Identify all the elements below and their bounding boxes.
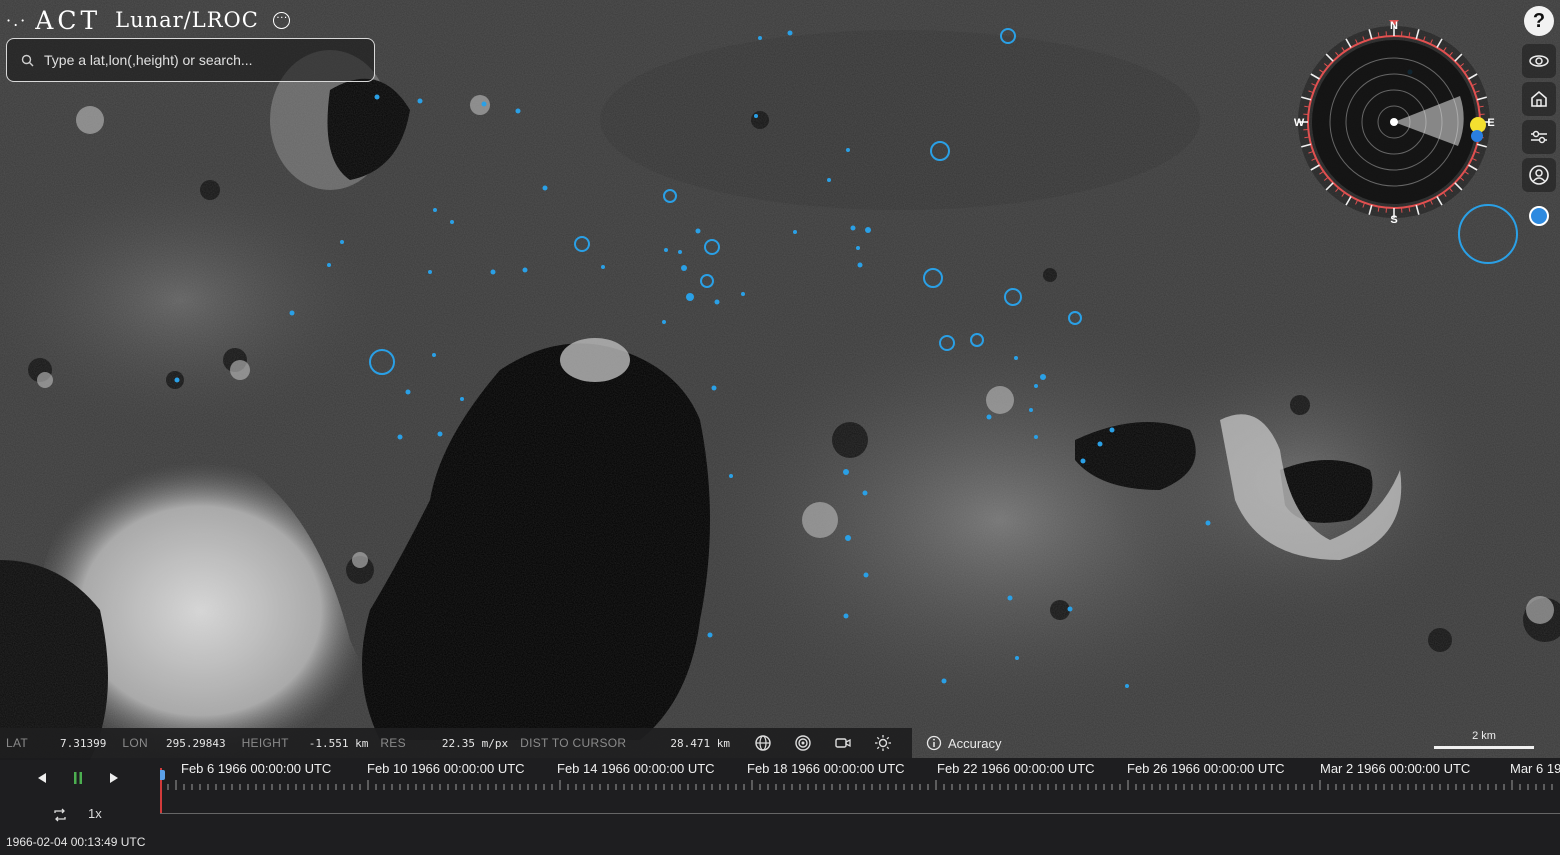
lon-label: LON: [122, 736, 148, 750]
right-toolbar: ?: [1518, 0, 1560, 245]
search-input[interactable]: [44, 52, 364, 68]
pause-button[interactable]: [68, 768, 88, 788]
timeline-label: Feb 22 1966 00:00:00 UTC: [937, 761, 1095, 776]
compass-north-label: N: [1390, 20, 1398, 32]
app-brand: ·.· ACT Lunar/LROC: [6, 4, 290, 36]
mission-menu-icon[interactable]: [272, 7, 290, 29]
home-button[interactable]: [1522, 82, 1556, 116]
account-button[interactable]: [1522, 158, 1556, 192]
settings-sliders-icon: [1531, 130, 1547, 144]
layer-toggle-icon[interactable]: [1529, 206, 1549, 226]
earth-marker: [1471, 130, 1483, 142]
account-icon: [1529, 165, 1549, 185]
compass-south-label: S: [1390, 214, 1397, 226]
globe-icon[interactable]: [754, 734, 772, 752]
height-label: HEIGHT: [241, 736, 289, 750]
timeline-marker[interactable]: [160, 770, 165, 780]
timeline-panel: 1x 1966-02-04 00:13:49 UTC Feb 6 1966 00…: [0, 758, 1560, 855]
lat-label: LAT: [6, 736, 29, 750]
home-icon: [1531, 90, 1547, 107]
playback-speed[interactable]: 1x: [88, 806, 102, 821]
step-back-button[interactable]: [32, 768, 52, 788]
sun-icon[interactable]: [874, 734, 892, 752]
reset-view-button[interactable]: [1522, 44, 1556, 78]
step-forward-button[interactable]: [104, 768, 124, 788]
lon-value: 295.29843: [165, 736, 226, 750]
status-bar: LAT 7.31399 LON 295.29843 HEIGHT -1.551 …: [0, 728, 912, 758]
settings-button[interactable]: [1522, 120, 1556, 154]
timeline-label: Feb 10 1966 00:00:00 UTC: [367, 761, 525, 776]
target-icon[interactable]: [794, 734, 812, 752]
dist-value: 28.471 km: [670, 736, 730, 750]
pause-icon: [74, 772, 82, 784]
mission-name[interactable]: Lunar/LROC: [115, 8, 259, 32]
height-value: -1.551 km: [308, 736, 369, 750]
search-icon: [21, 54, 34, 67]
timeline-label: Feb 6 1966 00:00:00 UTC: [181, 761, 332, 776]
scale-bar: 2 km: [1432, 728, 1536, 752]
compass-west-label: W: [1294, 117, 1305, 129]
info-icon: [926, 735, 942, 751]
camera-icon[interactable]: [834, 734, 852, 752]
dist-label: DIST TO CURSOR: [520, 736, 627, 750]
compass-east-label: E: [1487, 117, 1494, 129]
loop-button[interactable]: [50, 805, 70, 825]
res-value: 22.35 m/px: [441, 736, 509, 750]
timeline-track[interactable]: Feb 6 1966 00:00:00 UTC Feb 10 1966 00:0…: [160, 758, 1560, 814]
loop-icon: [54, 808, 66, 822]
search-box[interactable]: [6, 38, 375, 82]
res-label: RES: [380, 736, 406, 750]
accuracy-toggle[interactable]: Accuracy: [926, 728, 1001, 758]
timeline-label: Feb 14 1966 00:00:00 UTC: [557, 761, 715, 776]
scale-label: 2 km: [1472, 730, 1496, 742]
accuracy-label: Accuracy: [948, 735, 1002, 751]
lat-value: 7.31399: [60, 736, 107, 750]
map-viewport[interactable]: ·.· ACT Lunar/LROC N S E W: [0, 0, 1560, 855]
reset-view-icon: [1529, 55, 1549, 67]
timeline-label: Feb 18 1966 00:00:00 UTC: [747, 761, 905, 776]
timeline-label: Feb 26 1966 00:00:00 UTC: [1127, 761, 1285, 776]
play-icon: [110, 773, 118, 783]
timeline-ticks: [160, 780, 1553, 790]
brand-name: ACT: [35, 5, 102, 35]
timeline-label: Mar 2 1966 00:00:00 UTC: [1320, 761, 1471, 776]
current-time: 1966-02-04 00:13:49 UTC: [6, 835, 146, 849]
brand-dots: ·.·: [6, 10, 28, 30]
compass[interactable]: N S E W: [1294, 16, 1498, 226]
timeline-label: Mar 6 19: [1510, 761, 1560, 776]
play-reverse-icon: [38, 773, 46, 783]
help-icon: ?: [1532, 9, 1546, 32]
scale-line: [1434, 746, 1534, 749]
playback-controls: 1x 1966-02-04 00:13:49 UTC: [0, 758, 160, 855]
help-button[interactable]: ?: [1524, 6, 1554, 36]
